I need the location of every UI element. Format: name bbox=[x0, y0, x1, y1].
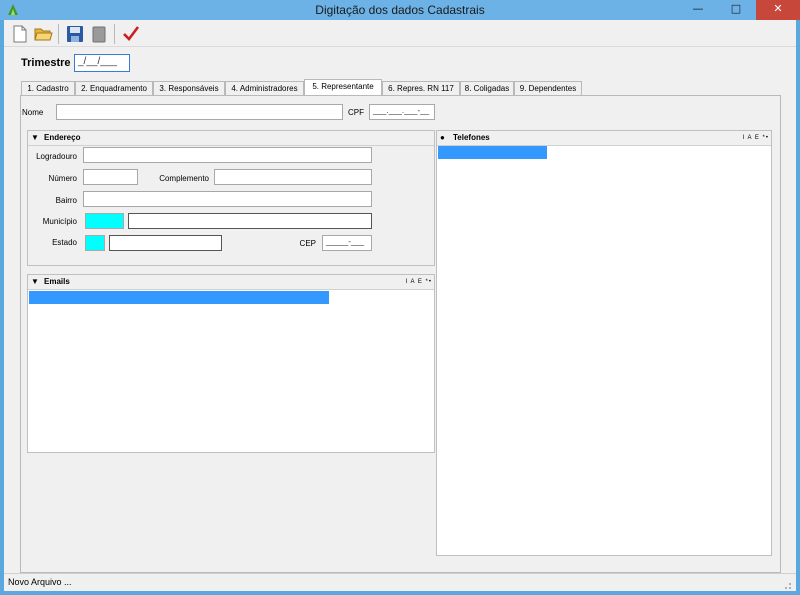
new-document-icon[interactable] bbox=[10, 24, 30, 44]
telefones-group: ● Telefones I A E *• bbox=[436, 130, 772, 556]
tab-administradores[interactable]: 4. Administradores bbox=[225, 81, 304, 95]
cpf-input[interactable]: ___.___.___-__ bbox=[369, 104, 435, 120]
maximize-button[interactable]: □ bbox=[716, 0, 756, 20]
tab-responsaveis[interactable]: 3. Responsáveis bbox=[153, 81, 225, 95]
numero-input[interactable] bbox=[83, 169, 138, 185]
telefones-title: Telefones bbox=[453, 133, 490, 142]
tab-repres-rn-117[interactable]: 6. Repres. RN 117 bbox=[382, 81, 460, 95]
bullet-icon: ● bbox=[440, 133, 445, 142]
toolbar-separator bbox=[58, 24, 59, 44]
collapse-triangle-icon: ▼ bbox=[31, 133, 39, 142]
logradouro-input[interactable] bbox=[83, 147, 372, 163]
logradouro-label: Logradouro bbox=[36, 152, 77, 161]
bairro-label: Bairro bbox=[55, 196, 77, 205]
municipio-code-lookup[interactable] bbox=[85, 213, 124, 229]
telefones-action-buttons[interactable]: I A E *• bbox=[743, 131, 769, 145]
endereco-header[interactable]: ▼ Endereço bbox=[28, 131, 434, 146]
nome-label: Nome bbox=[22, 108, 44, 117]
cpf-label: CPF bbox=[348, 108, 364, 117]
emails-selected-row[interactable] bbox=[29, 291, 329, 304]
tab-dependentes[interactable]: 9. Dependentes bbox=[514, 81, 582, 95]
toolbar-separator bbox=[114, 24, 115, 44]
telefones-selected-row[interactable] bbox=[438, 146, 547, 159]
emails-action-buttons[interactable]: I A E *• bbox=[406, 275, 432, 289]
emails-header[interactable]: ▼ Emails I A E *• bbox=[28, 275, 434, 290]
minimize-button[interactable]: — bbox=[680, 0, 716, 20]
collapse-triangle-icon: ▼ bbox=[31, 277, 39, 286]
municipio-label: Município bbox=[42, 217, 77, 226]
nome-input[interactable] bbox=[56, 104, 343, 120]
tab-coligadas[interactable]: 8. Coligadas bbox=[460, 81, 514, 95]
estado-input[interactable] bbox=[109, 235, 222, 251]
estado-label: Estado bbox=[52, 238, 77, 247]
tab-enquadramento[interactable]: 2. Enquadramento bbox=[75, 81, 153, 95]
numero-label: Número bbox=[48, 174, 77, 183]
resize-grip-icon[interactable] bbox=[780, 578, 792, 590]
status-bar: Novo Arquivo ... bbox=[4, 573, 796, 591]
close-button[interactable]: ✕ bbox=[756, 0, 800, 20]
status-text: Novo Arquivo ... bbox=[8, 577, 72, 587]
trimestre-input[interactable]: _/__/___ bbox=[74, 54, 130, 72]
open-folder-icon[interactable] bbox=[33, 24, 53, 44]
emails-title: Emails bbox=[44, 277, 70, 286]
estado-code-lookup[interactable] bbox=[85, 235, 105, 251]
save-disk-icon[interactable] bbox=[65, 24, 85, 44]
checkmark-icon[interactable] bbox=[121, 24, 141, 44]
complemento-input[interactable] bbox=[214, 169, 372, 185]
cep-label: CEP bbox=[299, 239, 316, 248]
trimestre-label: Trimestre bbox=[21, 57, 71, 69]
bairro-input[interactable] bbox=[83, 191, 372, 207]
municipio-input[interactable] bbox=[128, 213, 372, 229]
tab-cadastro[interactable]: 1. Cadastro bbox=[21, 81, 75, 95]
telefones-header[interactable]: ● Telefones I A E *• bbox=[437, 131, 771, 146]
cep-input[interactable]: _____-___ bbox=[322, 235, 372, 251]
trash-icon[interactable] bbox=[89, 24, 109, 44]
endereco-title: Endereço bbox=[44, 133, 81, 142]
tab-representante[interactable]: 5. Representante bbox=[304, 79, 382, 96]
complemento-label: Complemento bbox=[159, 174, 209, 183]
